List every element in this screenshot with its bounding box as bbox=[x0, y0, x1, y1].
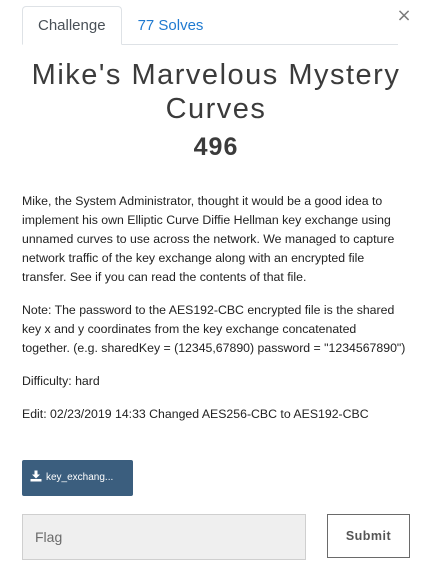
close-button[interactable]: × bbox=[396, 4, 412, 28]
description-paragraph: Mike, the System Administrator, thought … bbox=[22, 194, 395, 284]
tab-solves[interactable]: 77 Solves bbox=[122, 6, 220, 44]
challenge-description: Mike, the System Administrator, thought … bbox=[22, 192, 407, 438]
challenge-name: Mike's Marvelous Mystery Curves bbox=[31, 59, 401, 125]
flag-input[interactable] bbox=[22, 514, 306, 560]
description-difficulty: Difficulty: hard bbox=[22, 374, 100, 388]
tab-challenge-label: Challenge bbox=[38, 17, 106, 34]
tab-solves-label: 77 Solves bbox=[137, 17, 204, 34]
challenge-tabs: Challenge 77 Solves bbox=[22, 6, 398, 45]
description-note: Note: The password to the AES192-CBC enc… bbox=[22, 303, 406, 355]
challenge-value: 496 bbox=[193, 133, 239, 161]
file-name: key_exchang... bbox=[46, 472, 114, 483]
submit-button[interactable]: Submit bbox=[327, 514, 410, 558]
description-edit: Edit: 02/23/2019 14:33 Changed AES256-CB… bbox=[22, 407, 369, 421]
close-icon[interactable]: × bbox=[396, 5, 411, 26]
file-download-button[interactable]: key_exchang... bbox=[22, 460, 133, 496]
tab-challenge[interactable]: Challenge bbox=[22, 6, 122, 45]
download-icon bbox=[30, 470, 42, 482]
